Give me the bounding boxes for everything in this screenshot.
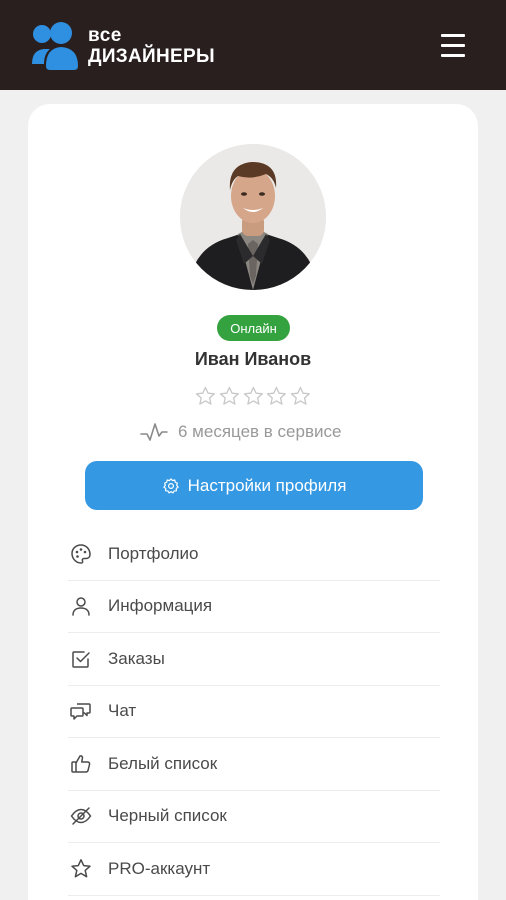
logo-text-top: все	[88, 25, 122, 46]
menu-item-whitelist[interactable]: Белый список	[68, 738, 440, 791]
menu-label-pro: PRO-аккаунт	[108, 858, 211, 878]
menu-item-orders[interactable]: Заказы	[68, 633, 440, 686]
profile-settings-button[interactable]: Настройки профиля	[85, 461, 423, 510]
palette-icon	[68, 541, 94, 567]
profile-settings-label: Настройки профиля	[187, 475, 347, 495]
menu-item-portfolio[interactable]: Портфолио	[68, 528, 440, 581]
logo-text-bottom: дизайнеры	[88, 46, 215, 67]
tenure-info: 6 месяцев в сервисе	[140, 420, 341, 444]
rating-stars	[194, 385, 312, 409]
rating-star-icon	[267, 386, 287, 405]
rating-star-icon	[243, 386, 263, 405]
avatar-photo	[180, 144, 326, 290]
menu-label-info: Информация	[108, 596, 213, 616]
menu-item-info[interactable]: Информация	[68, 581, 440, 633]
rating-star-icon	[291, 386, 311, 405]
menu-label-blacklist: Черный список	[108, 806, 227, 826]
rating-star-icon	[195, 386, 215, 405]
menu-item-pro[interactable]: PRO-аккаунт	[68, 843, 440, 896]
chat-icon	[68, 698, 94, 724]
activity-icon	[140, 423, 168, 441]
profile-card: Онлайн Иван Иванов 6 месяцев в сервисе Н…	[28, 104, 478, 900]
logo-icon	[32, 22, 78, 70]
star-icon	[68, 856, 94, 882]
hamburger-icon[interactable]	[437, 30, 469, 60]
eye-off-icon	[68, 803, 94, 829]
menu-item-chat[interactable]: Чат	[68, 686, 440, 738]
top-bar: все дизайнеры	[0, 0, 506, 90]
profile-menu: Портфолио Информация Заказы Чат Белый сп…	[68, 528, 440, 896]
status-badge: Онлайн	[217, 315, 290, 341]
tenure-text: 6 месяцев в сервисе	[178, 422, 342, 441]
rating-star-icon	[219, 386, 239, 405]
menu-label-chat: Чат	[108, 701, 137, 721]
menu-item-blacklist[interactable]: Черный список	[68, 791, 440, 843]
user-icon	[68, 593, 94, 619]
gear-icon	[162, 477, 179, 493]
logo[interactable]: все дизайнеры	[30, 20, 270, 72]
menu-label-orders: Заказы	[108, 648, 165, 668]
user-name: Иван Иванов	[194, 349, 312, 369]
menu-label-portfolio: Портфолио	[108, 543, 199, 563]
checkbox-icon	[68, 646, 94, 672]
thumbs-up-icon	[68, 751, 94, 777]
avatar	[180, 144, 326, 290]
menu-label-whitelist: Белый список	[108, 753, 218, 773]
